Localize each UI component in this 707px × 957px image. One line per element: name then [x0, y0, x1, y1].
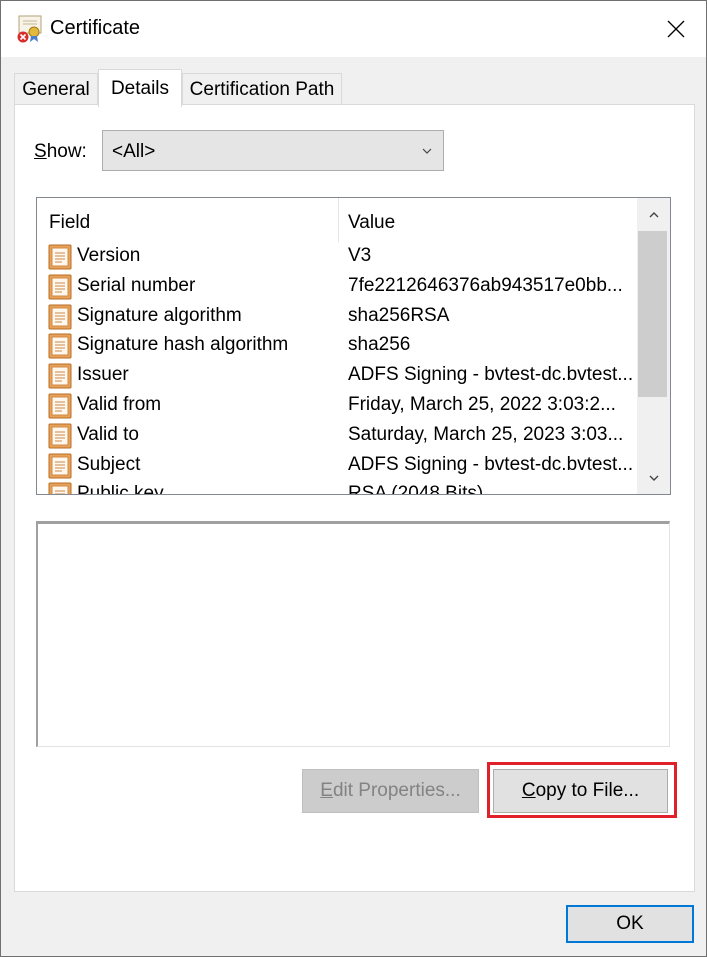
field-name: Subject [77, 453, 141, 475]
field-name: Valid from [77, 393, 162, 415]
field-value: Friday, March 25, 2022 3:03:2... [348, 393, 616, 415]
certificate-field-icon [47, 304, 73, 330]
details-panel: Show: <All> Field Value Version V3 Seria… [14, 104, 695, 892]
chevron-up-icon [649, 211, 658, 217]
field-name: Issuer [77, 364, 129, 386]
certificate-dialog: Certificate General Details Certificatio… [0, 0, 707, 957]
edit-properties-label: Edit Properties... [320, 780, 461, 801]
column-header-field[interactable]: Field [49, 212, 90, 234]
field-value: ADFS Signing - bvtest-dc.bvtest.... [348, 453, 633, 475]
show-dropdown[interactable]: <All> [102, 130, 444, 171]
certificate-field-icon [47, 333, 73, 359]
certificate-field-icon [47, 244, 73, 270]
show-label: Show: [34, 141, 87, 162]
copy-to-file-label: Copy to File... [521, 780, 640, 801]
chevron-down-icon [422, 148, 432, 154]
tab-label: Details [110, 77, 170, 99]
certificate-error-icon [16, 13, 44, 43]
title-bar: Certificate [1, 1, 706, 57]
scroll-thumb[interactable] [638, 231, 667, 397]
list-item[interactable]: Serial number 7fe2212646376ab943517e0bb.… [37, 272, 637, 302]
certificate-field-icon [47, 393, 73, 419]
field-name: Signature algorithm [77, 304, 242, 326]
field-value: Saturday, March 25, 2023 3:03... [348, 423, 624, 445]
list-item[interactable]: Signature hash algorithm sha256 [37, 331, 637, 361]
tab-details[interactable]: Details [98, 69, 182, 107]
tab-label: General [22, 79, 90, 100]
list-item[interactable]: Version V3 [37, 242, 637, 272]
vertical-scrollbar[interactable] [637, 198, 670, 494]
tab-general[interactable]: General [14, 73, 98, 106]
field-name: Public key [77, 483, 164, 495]
tab-label: Certification Path [189, 79, 335, 100]
field-value: ADFS Signing - bvtest-dc.bvtest.... [348, 364, 633, 386]
field-value: 7fe2212646376ab943517e0bb... [348, 274, 623, 296]
field-list[interactable]: Field Value Version V3 Serial number 7fe… [36, 197, 671, 495]
column-divider[interactable] [338, 198, 339, 242]
tab-strip: General Details Certification Path [14, 69, 694, 107]
field-name: Serial number [77, 274, 196, 296]
value-detail-box[interactable] [36, 521, 670, 747]
field-value: sha256RSA [348, 304, 450, 326]
list-item[interactable]: Valid from Friday, March 25, 2022 3:03:2… [37, 391, 637, 421]
list-item[interactable]: Subject ADFS Signing - bvtest-dc.bvtest.… [37, 451, 637, 481]
certificate-field-icon [47, 274, 73, 300]
window-title: Certificate [50, 17, 141, 39]
column-header-value[interactable]: Value [348, 212, 395, 234]
field-name: Valid to [77, 423, 139, 445]
ok-button[interactable]: OK [566, 905, 694, 943]
certificate-field-icon [47, 423, 73, 449]
certificate-field-icon [47, 453, 73, 479]
list-rows: Version V3 Serial number 7fe2212646376ab… [37, 242, 637, 495]
copy-to-file-button[interactable]: Copy to File... [493, 769, 668, 813]
scroll-up-button[interactable] [637, 198, 670, 231]
ok-label: OK [616, 913, 644, 934]
edit-properties-button[interactable]: Edit Properties... [302, 769, 479, 813]
field-value: sha256 [348, 334, 411, 356]
close-button[interactable] [646, 1, 706, 57]
close-icon [667, 20, 685, 38]
field-value: RSA (2048 Bits) [348, 483, 484, 495]
scroll-down-button[interactable] [637, 461, 670, 494]
list-item[interactable]: Issuer ADFS Signing - bvtest-dc.bvtest..… [37, 361, 637, 391]
list-item[interactable]: Signature algorithm sha256RSA [37, 302, 637, 332]
tab-certification-path[interactable]: Certification Path [182, 73, 342, 106]
list-header: Field Value [37, 198, 637, 242]
field-name: Version [77, 245, 141, 266]
list-item[interactable]: Public key RSA (2048 Bits) [37, 480, 637, 495]
list-item[interactable]: Valid to Saturday, March 25, 2023 3:03..… [37, 421, 637, 451]
certificate-field-icon [47, 482, 73, 494]
field-name: Signature hash algorithm [77, 334, 289, 356]
show-dropdown-value: <All> [112, 141, 156, 162]
certificate-field-icon [47, 363, 73, 389]
chevron-down-icon [649, 475, 658, 481]
field-value: V3 [348, 245, 372, 266]
